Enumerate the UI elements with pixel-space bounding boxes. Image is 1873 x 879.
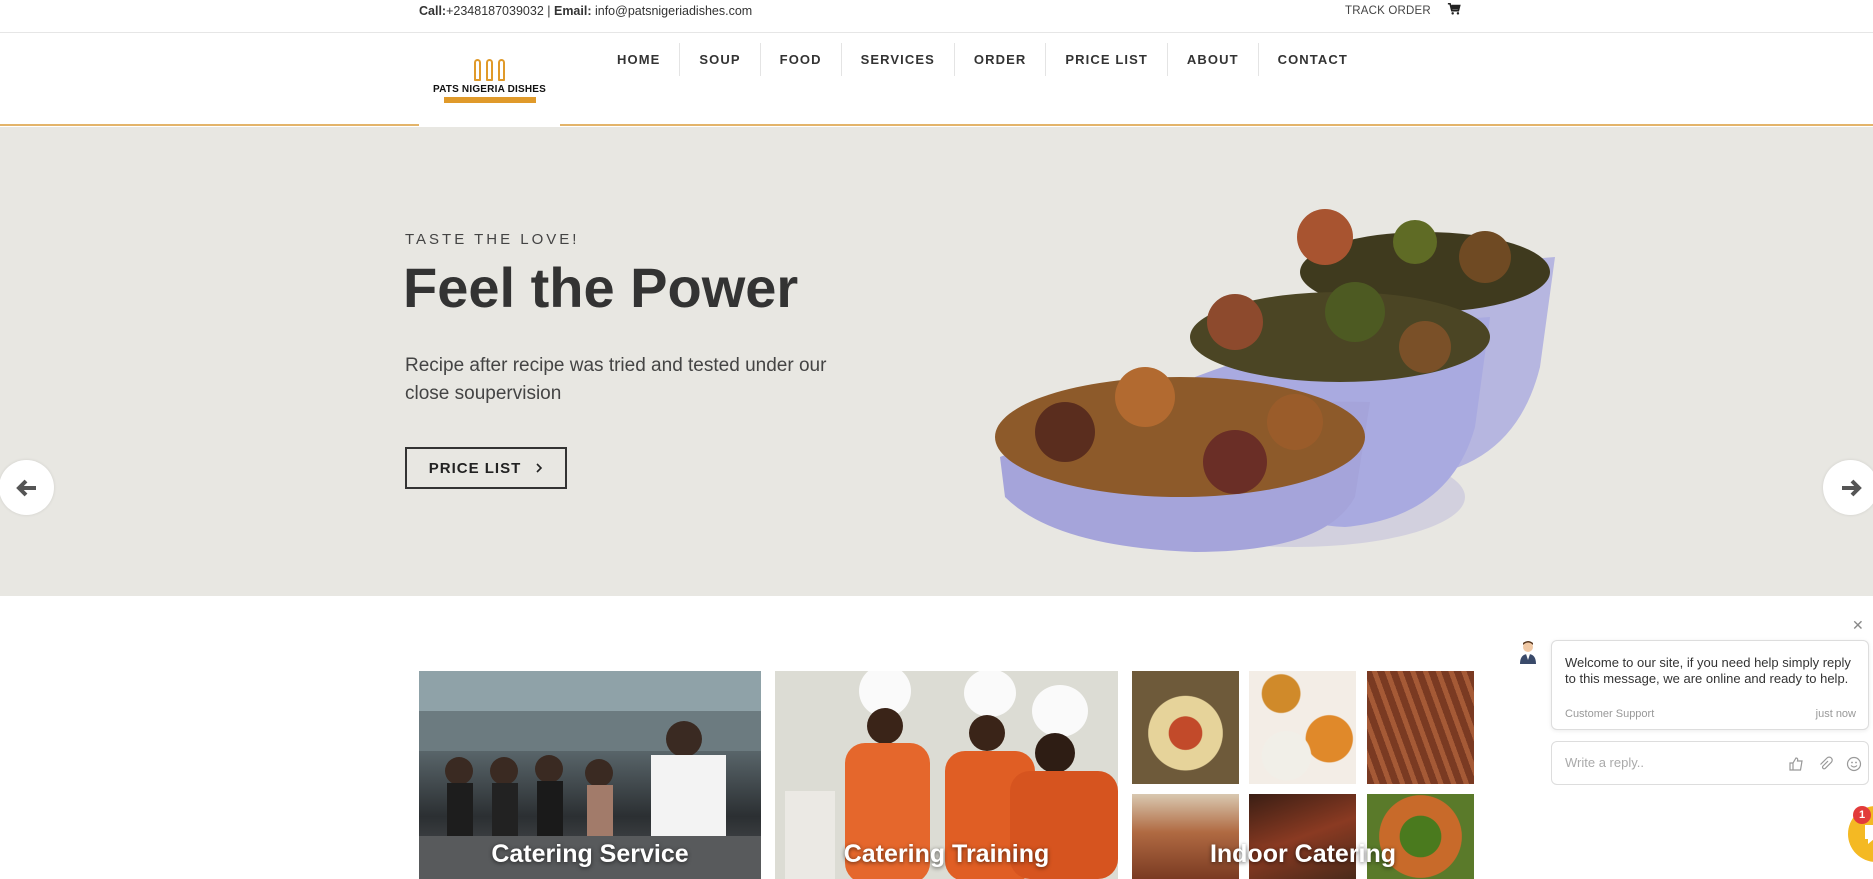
logo-tagline-bar: [443, 96, 536, 103]
chat-time: just now: [1815, 708, 1856, 720]
chat-message: Welcome to our site, if you need help si…: [1565, 655, 1851, 686]
nav-about[interactable]: ABOUT: [1166, 43, 1258, 76]
nav-food[interactable]: FOOD: [759, 43, 841, 76]
service-card-catering-training[interactable]: Catering Training: [775, 671, 1118, 879]
slider-next-button[interactable]: [1823, 460, 1873, 515]
price-list-button[interactable]: PRICE LIST: [405, 447, 567, 489]
cart-icon[interactable]: [1447, 2, 1461, 16]
price-list-button-label: PRICE LIST: [428, 459, 522, 477]
service-label: Catering Training: [843, 840, 1050, 868]
chat-message-bubble: Welcome to our site, if you need help si…: [1551, 640, 1869, 730]
nav-soup[interactable]: SOUP: [679, 43, 759, 76]
service-card-indoor-catering[interactable]: Indoor Catering: [1132, 671, 1474, 879]
hero-kicker: TASTE THE LOVE!: [405, 231, 580, 248]
thumbs-up-icon[interactable]: [1788, 756, 1804, 772]
nav-order[interactable]: ORDER: [953, 43, 1045, 76]
email-address[interactable]: info@patsnigeriadishes.com: [595, 4, 752, 18]
emoji-icon[interactable]: [1846, 756, 1862, 772]
food-thumb-3: [1367, 671, 1474, 784]
service-card-catering-service[interactable]: Catering Service: [419, 671, 761, 879]
attachment-icon[interactable]: [1817, 756, 1833, 772]
food-thumb-1: [1132, 671, 1239, 784]
phone-number[interactable]: +2348187039032 |: [446, 4, 550, 18]
main-nav: HOME SOUP FOOD SERVICES ORDER PRICE LIST…: [598, 43, 1367, 76]
nav-contact[interactable]: CONTACT: [1257, 43, 1367, 76]
chat-sender: Customer Support: [1565, 708, 1655, 720]
hero-slider: TASTE THE LOVE! Feel the Power Recipe af…: [0, 127, 1873, 596]
hero-description: Recipe after recipe was tried and tested…: [405, 355, 827, 404]
food-thumb-2: [1249, 671, 1356, 784]
site-logo[interactable]: PATS NIGERIA DISHES: [419, 33, 560, 128]
nav-home[interactable]: HOME: [598, 43, 679, 76]
hero-title: Feel the Power: [403, 256, 799, 319]
top-bar: Call:+2348187039032 | Email: info@patsni…: [0, 0, 1873, 33]
arrow-right-icon: [1841, 479, 1862, 496]
site-header: PATS NIGERIA DISHES HOME SOUP FOOD SERVI…: [0, 33, 1873, 128]
chat-reply-box[interactable]: Write a reply..: [1551, 741, 1869, 785]
chat-reply-placeholder: Write a reply..: [1565, 755, 1644, 770]
nav-price-list[interactable]: PRICE LIST: [1045, 43, 1167, 76]
utensils-icon: [474, 58, 505, 81]
chevron-right-icon: [536, 463, 543, 473]
email-label: Email:: [553, 4, 592, 18]
service-label: Indoor Catering: [1209, 840, 1397, 868]
contact-info: Call:+2348187039032 | Email: info@patsni…: [419, 4, 752, 18]
logo-text: PATS NIGERIA DISHES: [432, 83, 547, 95]
call-label: Call:: [419, 4, 447, 18]
hero-dish-image: [995, 209, 1555, 552]
track-order-link[interactable]: TRACK ORDER: [1345, 5, 1431, 17]
slider-prev-button[interactable]: [0, 460, 54, 515]
arrow-left-icon: [15, 479, 36, 496]
support-avatar-icon: [1520, 641, 1536, 664]
unread-badge: 1: [1853, 806, 1871, 824]
service-label: Catering Service: [491, 840, 689, 868]
chat-close-icon[interactable]: ✕: [1852, 617, 1864, 634]
nav-services[interactable]: SERVICES: [840, 43, 954, 76]
